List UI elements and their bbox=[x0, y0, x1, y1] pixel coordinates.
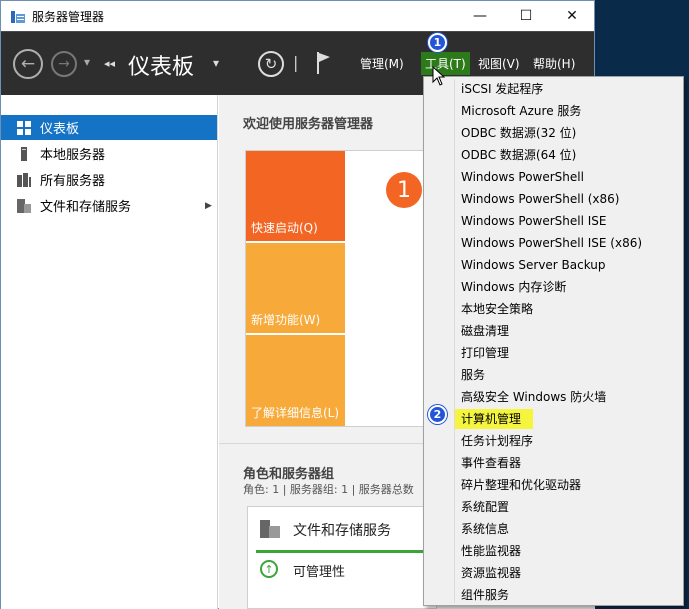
servers-icon bbox=[17, 172, 31, 187]
tools-menu-item[interactable]: ODBC 数据源(64 位) bbox=[461, 145, 576, 165]
tools-menu-item[interactable]: 本地安全策略 bbox=[461, 299, 533, 319]
tools-dropdown-menu: iSCSI 发起程序 Microsoft Azure 服务 ODBC 数据源(32 … bbox=[423, 76, 684, 606]
close-button[interactable]: ✕ bbox=[549, 1, 595, 31]
server-manager-icon bbox=[10, 9, 26, 23]
tools-menu-item[interactable]: Windows PowerShell (x86) bbox=[461, 189, 619, 209]
mouse-cursor-icon bbox=[432, 65, 446, 90]
flag-icon[interactable] bbox=[315, 51, 331, 79]
sidebar-item-label: 本地服务器 bbox=[40, 148, 106, 163]
callout-1-badge: 1 bbox=[428, 33, 447, 52]
tools-menu-item[interactable]: 任务计划程序 bbox=[461, 431, 533, 451]
breadcrumb: 仪表板 bbox=[128, 55, 195, 80]
tools-menu-item[interactable]: 组件服务 bbox=[461, 585, 509, 605]
sidebar-item-local-server[interactable]: 本地服务器 bbox=[1, 141, 217, 166]
forward-button[interactable]: → bbox=[51, 51, 77, 77]
tools-menu-item[interactable]: Microsoft Azure 服务 bbox=[461, 101, 581, 121]
maximize-button[interactable]: ☐ bbox=[503, 1, 549, 31]
tools-menu-item[interactable]: 高级安全 Windows 防火墙 bbox=[461, 387, 606, 407]
sidebar-item-all-servers[interactable]: 所有服务器 bbox=[1, 167, 217, 192]
breadcrumb-dropdown-icon[interactable]: ▾ bbox=[213, 56, 219, 70]
callout-2-badge: 2 bbox=[428, 405, 447, 424]
refresh-button[interactable]: ↻ bbox=[258, 51, 284, 77]
tools-menu-item[interactable]: 系统配置 bbox=[461, 497, 509, 517]
sidebar-item-file-storage[interactable]: 文件和存储服务 ▶ bbox=[1, 193, 217, 218]
tools-menu-item[interactable]: 磁盘清理 bbox=[461, 321, 509, 341]
view-menu[interactable]: 视图(V) bbox=[478, 55, 520, 72]
tools-menu-item[interactable]: Windows PowerShell bbox=[461, 167, 584, 187]
tools-menu-item[interactable]: Windows Server Backup bbox=[461, 255, 606, 275]
sidebar-item-label: 仪表板 bbox=[40, 122, 80, 137]
tools-menu-item[interactable]: 服务 bbox=[461, 365, 485, 385]
computer-management-menu-item[interactable]: 计算机管理 bbox=[455, 409, 534, 429]
help-menu[interactable]: 帮助(H) bbox=[533, 55, 575, 72]
file-storage-icon bbox=[17, 198, 31, 213]
tools-menu-item[interactable]: 事件查看器 bbox=[461, 453, 521, 473]
up-arrow-icon: ↑ bbox=[260, 560, 278, 578]
step-number-badge: 1 bbox=[386, 172, 422, 208]
tools-menu-item[interactable]: 碎片整理和优化驱动器 bbox=[461, 475, 581, 495]
learn-more-tile[interactable]: 了解详细信息(L) bbox=[246, 335, 345, 426]
tools-menu-item[interactable]: iSCSI 发起程序 bbox=[461, 79, 543, 99]
manageability-status[interactable]: 可管理性 bbox=[293, 561, 345, 580]
status-bar bbox=[256, 550, 436, 553]
toolbar-separator: | bbox=[293, 53, 299, 72]
manage-menu[interactable]: 管理(M) bbox=[360, 55, 404, 72]
minimize-button[interactable]: — bbox=[457, 1, 503, 31]
roles-summary: 角色: 1 | 服务器组: 1 | 服务器总数 bbox=[243, 483, 414, 496]
tools-menu-item[interactable]: Windows PowerShell ISE (x86) bbox=[461, 233, 642, 253]
sidebar-item-dashboard[interactable]: 仪表板 bbox=[1, 115, 217, 140]
expand-arrow-icon[interactable]: ▶ bbox=[205, 201, 212, 211]
tools-menu[interactable]: 工具(T) bbox=[421, 52, 470, 75]
history-dropdown[interactable]: ▾ bbox=[84, 55, 90, 69]
tools-menu-item[interactable]: 打印管理 bbox=[461, 343, 509, 363]
tools-menu-item[interactable]: 资源监视器 bbox=[461, 563, 521, 583]
server-icon bbox=[17, 146, 31, 161]
welcome-heading: 欢迎使用服务器管理器 bbox=[243, 117, 374, 132]
tools-menu-item[interactable]: Windows 内存诊断 bbox=[461, 277, 566, 297]
tools-menu-item[interactable]: Windows PowerShell ISE bbox=[461, 211, 607, 231]
window-title: 服务器管理器 bbox=[32, 9, 105, 24]
menu-gutter bbox=[454, 79, 455, 603]
tools-menu-item[interactable]: 系统信息 bbox=[461, 519, 509, 539]
role-card[interactable]: 文件和存储服务 ↑ 可管理性 bbox=[247, 506, 437, 609]
back-button[interactable]: ← bbox=[13, 49, 43, 79]
tools-menu-item[interactable]: 性能监视器 bbox=[461, 541, 521, 561]
role-card-title: 文件和存储服务 bbox=[293, 523, 391, 539]
file-storage-icon bbox=[260, 520, 280, 542]
roles-heading: 角色和服务器组 bbox=[243, 467, 335, 482]
tools-menu-item[interactable]: ODBC 数据源(32 位) bbox=[461, 123, 576, 143]
quick-start-tile[interactable]: 快速启动(Q) bbox=[246, 151, 345, 241]
sidebar-item-label: 所有服务器 bbox=[40, 174, 106, 189]
breadcrumb-chevrons-icon: ◂◂ bbox=[104, 57, 116, 70]
whats-new-tile[interactable]: 新增功能(W) bbox=[246, 243, 345, 333]
sidebar-item-label: 文件和存储服务 bbox=[40, 200, 132, 215]
title-bar: 服务器管理器 — ☐ ✕ bbox=[1, 1, 594, 31]
navigation-pane: 仪表板 本地服务器 所有服务器 文件和存储服务 ▶ bbox=[1, 95, 218, 609]
dashboard-icon bbox=[17, 120, 31, 135]
